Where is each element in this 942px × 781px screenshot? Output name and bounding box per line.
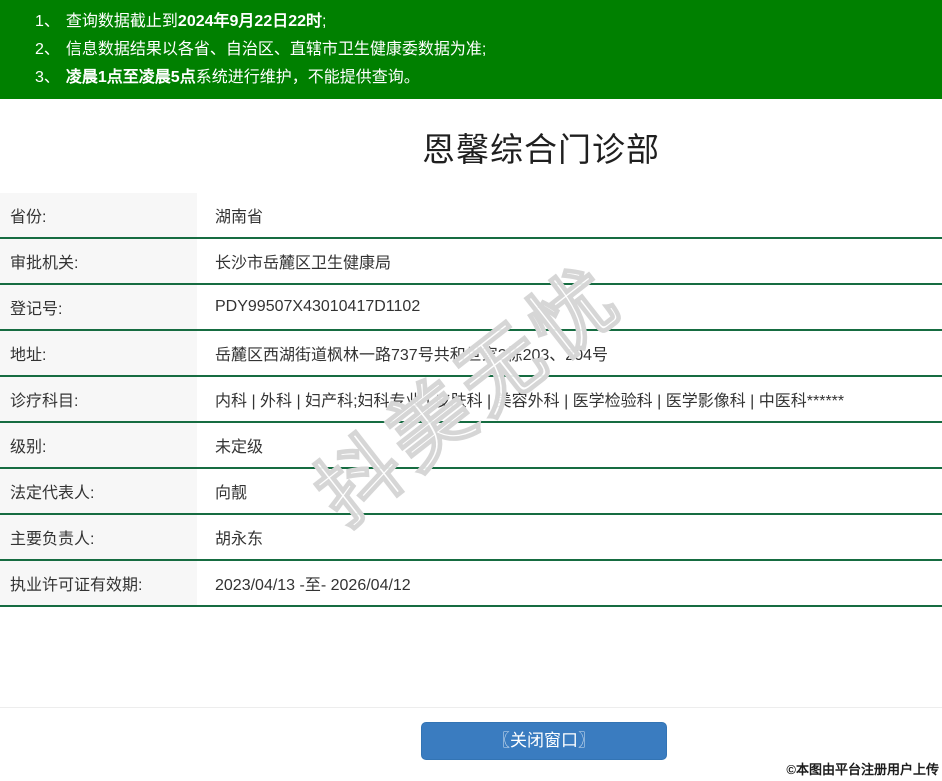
copyright-text: ©本图由平台注册用户上传 <box>786 762 939 777</box>
row-value: 胡永东 <box>197 515 942 559</box>
info-table: 省份: 湖南省 审批机关: 长沙市岳麓区卫生健康局 登记号: PDY99507X… <box>0 193 942 607</box>
row-label: 诊疗科目: <box>0 377 197 421</box>
table-row-diagnosis-subjects: 诊疗科目: 内科 | 外科 | 妇产科;妇科专业 | 皮肤科 | 美容外科 | … <box>0 377 942 423</box>
footer: 〖关闭窗口〗 <box>0 707 942 761</box>
table-row-level: 级别: 未定级 <box>0 423 942 469</box>
notice-number: 2、 <box>35 41 60 58</box>
row-value: 岳麓区西湖街道枫林一路737号共和世家2栋203、204号 <box>197 331 942 375</box>
notice-number: 3、 <box>35 69 60 86</box>
table-row-province: 省份: 湖南省 <box>0 193 942 239</box>
row-value: 湖南省 <box>197 193 942 237</box>
table-row-registration-number: 登记号: PDY99507X43010417D1102 <box>0 285 942 331</box>
row-label: 法定代表人: <box>0 469 197 513</box>
row-label: 执业许可证有效期: <box>0 561 197 605</box>
row-value: 长沙市岳麓区卫生健康局 <box>197 239 942 283</box>
notice-line-2: 2、 信息数据结果以各省、自治区、直辖市卫生健康委数据为准; <box>35 36 932 64</box>
row-value: PDY99507X43010417D1102 <box>197 285 942 329</box>
row-label: 主要负责人: <box>0 515 197 559</box>
close-window-button[interactable]: 〖关闭窗口〗 <box>421 722 667 760</box>
table-row-main-person-in-charge: 主要负责人: 胡永东 <box>0 515 942 561</box>
row-value: 未定级 <box>197 423 942 467</box>
notice-bar: 1、 查询数据截止到2024年9月22日22时; 2、 信息数据结果以各省、自治区、… <box>0 0 942 99</box>
notice-text-bold: 凌晨1点至凌晨5点 <box>65 69 196 86</box>
row-label: 登记号: <box>0 285 197 329</box>
row-label: 地址: <box>0 331 197 375</box>
notice-number: 1、 <box>35 13 60 30</box>
row-label: 审批机关: <box>0 239 197 283</box>
notice-line-3: 3、 凌晨1点至凌晨5点系统进行维护，不能提供查询。 <box>35 64 932 92</box>
medical-license-query-page: 1、 查询数据截止到2024年9月22日22时; 2、 信息数据结果以各省、自治区、… <box>0 0 942 781</box>
table-row-approval-authority: 审批机关: 长沙市岳麓区卫生健康局 <box>0 239 942 285</box>
row-value: 向靓 <box>197 469 942 513</box>
row-label: 省份: <box>0 193 197 237</box>
institution-title: 恩馨综合门诊部 <box>422 131 660 168</box>
notice-text: 查询数据截止到 <box>65 13 178 30</box>
table-row-address: 地址: 岳麓区西湖街道枫林一路737号共和世家2栋203、204号 <box>0 331 942 377</box>
row-value: 内科 | 外科 | 妇产科;妇科专业 | 皮肤科 | 美容外科 | 医学检验科 … <box>197 377 942 421</box>
notice-text: 系统进行维护，不能提供查询。 <box>195 69 420 86</box>
notice-text: ; <box>322 13 327 30</box>
notice-line-1: 1、 查询数据截止到2024年9月22日22时; <box>35 8 932 36</box>
table-row-legal-representative: 法定代表人: 向靓 <box>0 469 942 515</box>
notice-text: 信息数据结果以各省、自治区、直辖市卫生健康委数据为准; <box>65 41 487 58</box>
row-label: 级别: <box>0 423 197 467</box>
row-value: 2023/04/13 -至- 2026/04/12 <box>197 561 942 605</box>
notice-text-bold: 2024年9月22日22时 <box>177 13 323 30</box>
table-row-license-validity: 执业许可证有效期: 2023/04/13 -至- 2026/04/12 <box>0 561 942 607</box>
